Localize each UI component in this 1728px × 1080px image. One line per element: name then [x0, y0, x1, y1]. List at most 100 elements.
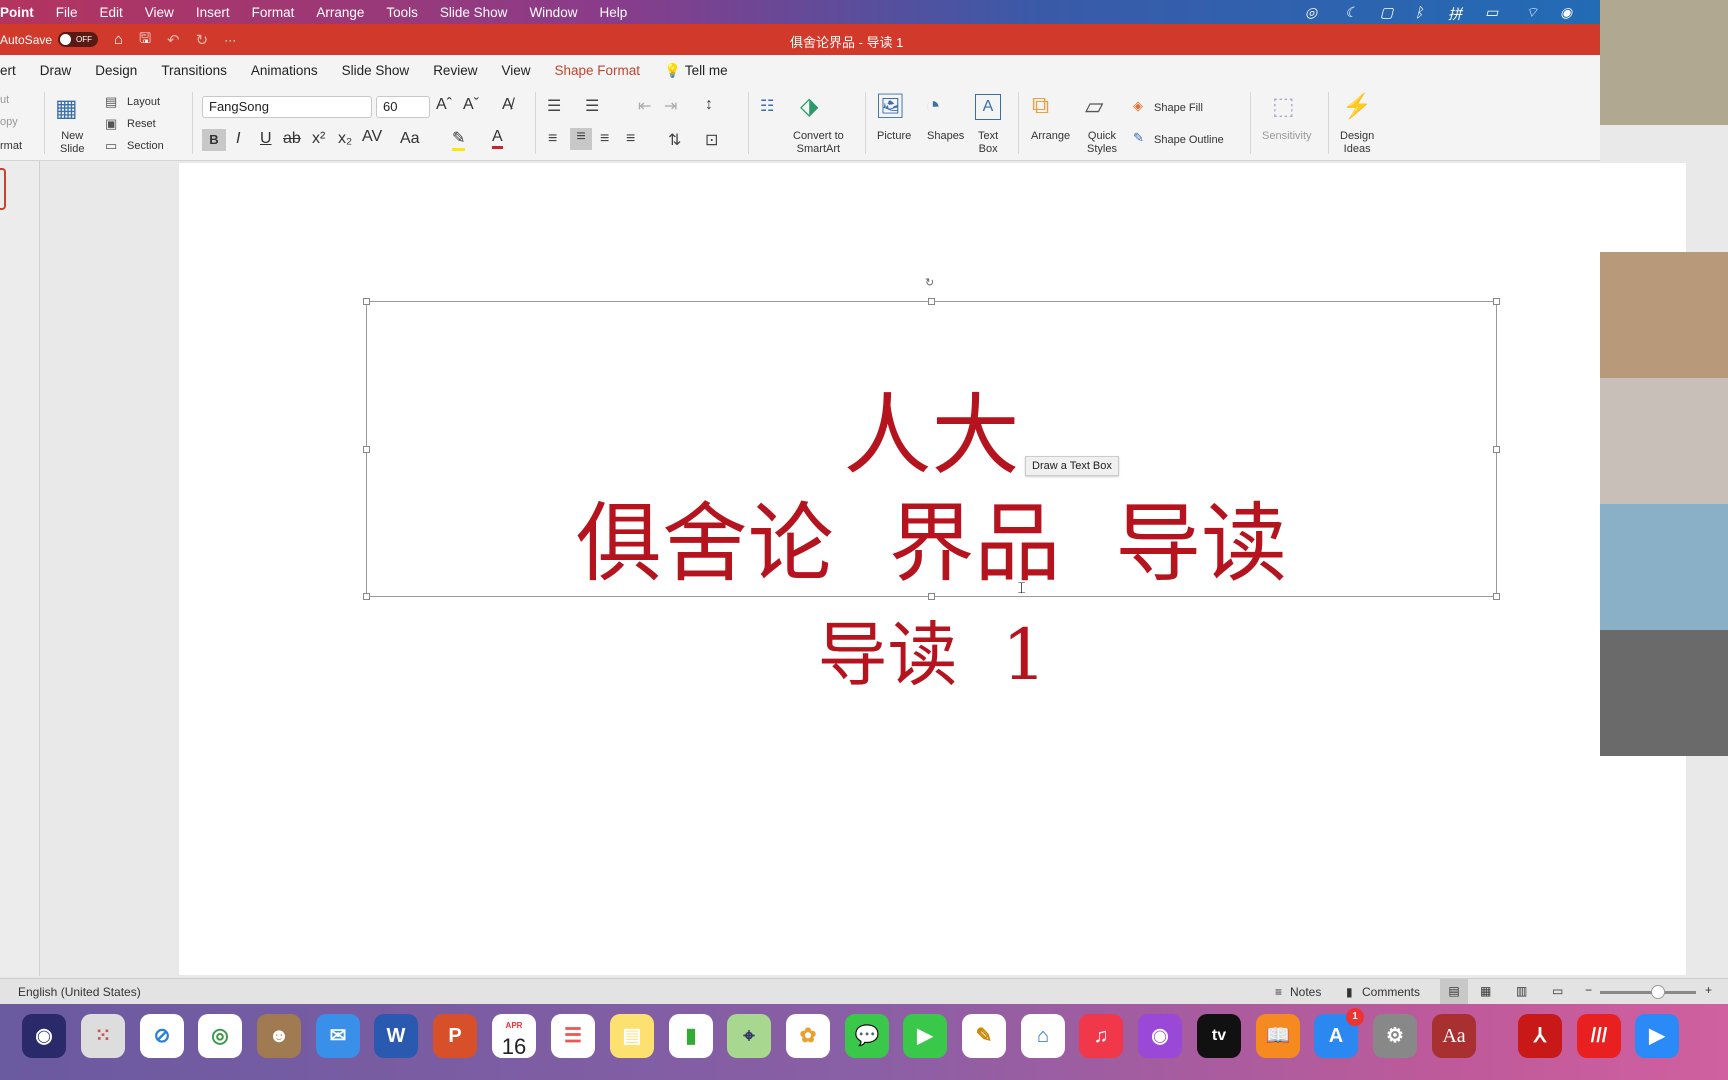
- notes-button[interactable]: Notes: [1290, 985, 1321, 999]
- menu-file[interactable]: File: [56, 5, 78, 20]
- layout-button[interactable]: Layout: [127, 96, 160, 109]
- decrease-font-icon[interactable]: Aˇ: [463, 96, 479, 114]
- tell-me[interactable]: Tell me: [685, 63, 728, 78]
- document-title[interactable]: 俱舍论界品 - 导读 1: [790, 32, 903, 51]
- autosave-toggle[interactable]: OFF: [58, 32, 99, 47]
- more-icon[interactable]: ···: [224, 33, 236, 47]
- wifi-off-icon[interactable]: ⌔: [1525, 4, 1538, 22]
- dock-books-icon[interactable]: 📖: [1256, 1014, 1300, 1058]
- dock-system-preferences-icon[interactable]: ⚙: [1373, 1014, 1417, 1058]
- change-case-icon[interactable]: Aa: [400, 130, 420, 148]
- dock-messages-icon[interactable]: 💬: [845, 1014, 889, 1058]
- menu-app[interactable]: Point: [0, 5, 34, 20]
- resize-handle[interactable]: [363, 298, 370, 305]
- resize-handle[interactable]: [1493, 298, 1500, 305]
- design-ideas-icon[interactable]: ⚡: [1342, 92, 1372, 121]
- tab-draw[interactable]: Draw: [40, 63, 72, 78]
- dock-notes-icon[interactable]: ▤: [610, 1014, 654, 1058]
- menu-view[interactable]: View: [145, 5, 174, 20]
- font-size-select[interactable]: 60: [376, 96, 430, 118]
- undo-icon[interactable]: ↶: [167, 31, 180, 49]
- tab-transitions[interactable]: Transitions: [161, 63, 227, 78]
- dock-podcasts-icon[interactable]: ◉: [1138, 1014, 1182, 1058]
- slide-thumbnail-selected[interactable]: [0, 168, 6, 210]
- redo-icon[interactable]: ↻: [196, 31, 209, 49]
- dock-numbers-icon[interactable]: ▮: [669, 1014, 713, 1058]
- input-method-icon[interactable]: 拼: [1448, 4, 1462, 24]
- character-spacing-icon[interactable]: AV: [362, 128, 382, 146]
- bluetooth-icon[interactable]: ᛒ: [1415, 4, 1423, 20]
- zoom-in-button[interactable]: +: [1705, 983, 1712, 997]
- slide-title-line1[interactable]: 人大: [367, 390, 1496, 482]
- window-icon[interactable]: ▢: [1380, 4, 1393, 21]
- zoom-out-button[interactable]: −: [1585, 983, 1592, 997]
- dock-contacts-icon[interactable]: ☻: [257, 1014, 301, 1058]
- dock-word-icon[interactable]: W: [374, 1014, 418, 1058]
- tab-review[interactable]: Review: [433, 63, 477, 78]
- dock-photos-icon[interactable]: ✿: [786, 1014, 830, 1058]
- shape-outline-button[interactable]: Shape Outline: [1154, 134, 1224, 147]
- resize-handle[interactable]: [363, 593, 370, 600]
- resize-handle[interactable]: [1493, 593, 1500, 600]
- dock-launchpad-icon[interactable]: ⁙: [81, 1014, 125, 1058]
- clear-format-icon[interactable]: A̸: [502, 96, 513, 114]
- dock-tv-icon[interactable]: tv: [1197, 1014, 1241, 1058]
- dock-mail-icon[interactable]: ✉: [316, 1014, 360, 1058]
- font-name-select[interactable]: FangSong: [202, 96, 372, 118]
- menu-insert[interactable]: Insert: [196, 5, 230, 20]
- dock-siri-icon[interactable]: ◉: [22, 1014, 66, 1058]
- sensitivity-icon[interactable]: ⬚: [1272, 92, 1295, 121]
- user-icon[interactable]: ◉: [1560, 4, 1572, 21]
- columns-icon[interactable]: ☷: [760, 96, 774, 116]
- increase-font-icon[interactable]: Aˆ: [436, 96, 452, 114]
- comments-button[interactable]: Comments: [1362, 985, 1420, 999]
- align-text-icon[interactable]: ⊡: [705, 130, 718, 150]
- tab-slide-show[interactable]: Slide Show: [342, 63, 410, 78]
- tab-animations[interactable]: Animations: [251, 63, 318, 78]
- dock-powerpoint-icon[interactable]: P: [433, 1014, 477, 1058]
- slide-title-line2[interactable]: 俱舍论 界品 导读: [367, 498, 1496, 590]
- menu-arrange[interactable]: Arrange: [316, 5, 364, 20]
- menu-slide-show[interactable]: Slide Show: [440, 5, 508, 20]
- new-slide-icon[interactable]: ▦: [55, 94, 78, 123]
- format-painter-button[interactable]: rmat: [0, 140, 22, 153]
- strikethrough-button[interactable]: ab: [283, 130, 301, 148]
- menu-tools[interactable]: Tools: [386, 5, 418, 20]
- dock-dictionary-icon[interactable]: Aa: [1432, 1014, 1476, 1058]
- slide-sorter-icon[interactable]: ▦: [1480, 984, 1491, 998]
- reset-button[interactable]: Reset: [127, 118, 156, 131]
- dock-safari-icon[interactable]: ⊘: [140, 1014, 184, 1058]
- video-tile-participant[interactable]: [1600, 504, 1728, 630]
- sensitivity-button[interactable]: Sensitivity: [1262, 130, 1312, 143]
- increase-indent-icon[interactable]: ⇥: [664, 96, 677, 116]
- slideshow-view-icon[interactable]: ▭: [1552, 984, 1563, 998]
- menu-window[interactable]: Window: [529, 5, 577, 20]
- menu-edit[interactable]: Edit: [100, 5, 123, 20]
- home-icon[interactable]: ⌂: [114, 31, 123, 48]
- menu-help[interactable]: Help: [599, 5, 627, 20]
- moon-icon[interactable]: ☾: [1345, 4, 1358, 21]
- text-box-icon[interactable]: A: [975, 94, 1001, 120]
- dock-chrome-icon[interactable]: ◎: [198, 1014, 242, 1058]
- subscript-button[interactable]: x₂: [338, 130, 352, 148]
- superscript-button[interactable]: x²: [312, 130, 325, 148]
- align-center-icon[interactable]: ≡: [570, 128, 592, 150]
- dock-keynote-icon[interactable]: ⌂: [1021, 1014, 1065, 1058]
- align-left-icon[interactable]: ≡: [548, 130, 557, 148]
- convert-smartart-button[interactable]: Convert to SmartArt: [793, 130, 844, 156]
- dock-acrobat-icon[interactable]: ⅄: [1518, 1014, 1562, 1058]
- decrease-indent-icon[interactable]: ⇤: [638, 96, 651, 116]
- dock-app-store-icon[interactable]: A1: [1314, 1008, 1364, 1058]
- section-button[interactable]: Section: [127, 140, 164, 153]
- bullets-icon[interactable]: ☰: [547, 96, 561, 116]
- font-color-icon[interactable]: A: [492, 128, 503, 149]
- shape-fill-button[interactable]: Shape Fill: [1154, 102, 1203, 115]
- zoom-slider[interactable]: [1600, 985, 1696, 999]
- slide-subtitle[interactable]: 导读 1: [0, 615, 1728, 695]
- bold-button[interactable]: B: [202, 129, 226, 151]
- dock-zoom-icon[interactable]: ▶: [1635, 1014, 1679, 1058]
- video-tile-participant[interactable]: [1600, 252, 1728, 378]
- save-icon[interactable]: 🖫: [139, 28, 151, 52]
- arrange-icon[interactable]: ⧉: [1032, 92, 1049, 120]
- align-right-icon[interactable]: ≡: [600, 130, 609, 148]
